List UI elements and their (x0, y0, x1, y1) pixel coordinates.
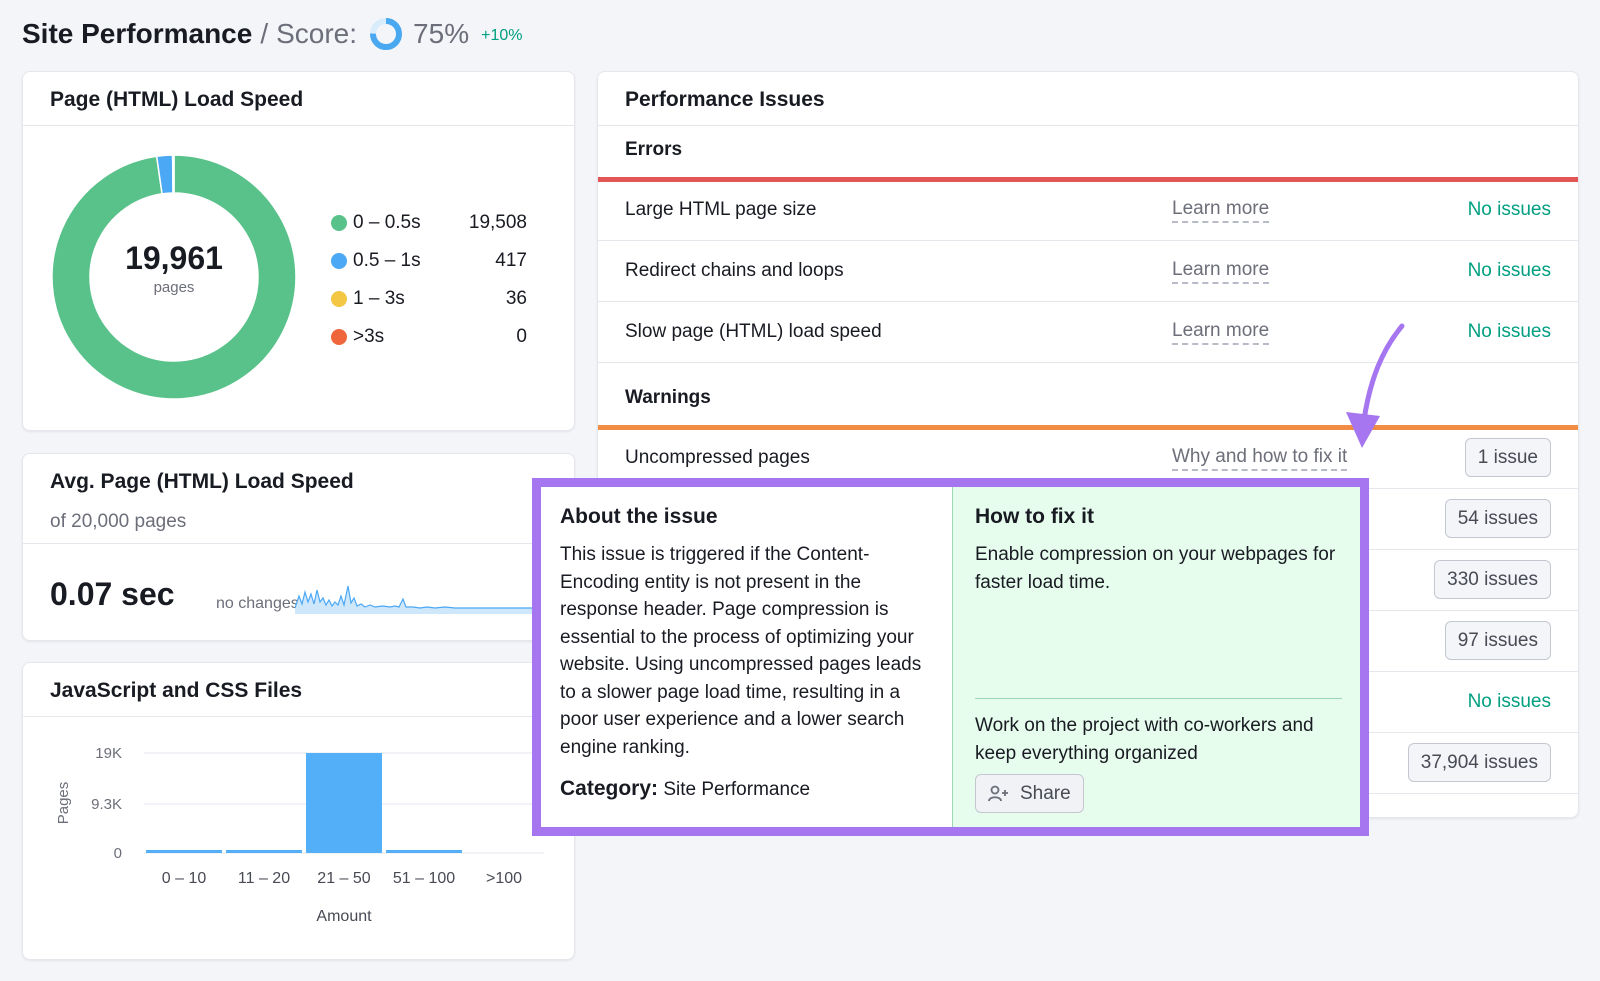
annotation-arrow-icon (1346, 323, 1405, 448)
y-tick-label: 9.3K (91, 796, 122, 813)
issue-count-badge[interactable]: 330 issues (1434, 560, 1551, 599)
legend-dot-icon (331, 329, 347, 345)
bar-1 (226, 850, 302, 853)
load-speed-title: Page (HTML) Load Speed (50, 88, 304, 111)
issue-row: Redirect chains and loops Learn more No is… (598, 240, 1578, 302)
x-tick-label: >100 (486, 870, 522, 887)
bar-2 (306, 753, 382, 853)
y-tick-label: 19K (95, 745, 122, 762)
issue-detail-popup: About the issue This issue is triggered … (532, 478, 1369, 836)
legend-value: 0 (516, 326, 527, 347)
js-css-bar-chart: 19K 9.3K 0 0 – 10 11 – 20 21 – 50 51 – 100 >100… (55, 745, 544, 925)
fix-divider (975, 698, 1342, 699)
avg-speed-card: Avg. Page (HTML) Load Speed of 20,000 pa… (22, 453, 575, 641)
score-ring-icon (370, 18, 403, 50)
card-divider (23, 125, 574, 126)
legend-value: 417 (495, 250, 527, 271)
sparkline-line (295, 585, 545, 609)
score-delta: +10% (481, 27, 523, 44)
issue-count-badge[interactable]: 97 issues (1444, 621, 1551, 660)
issues-title: Performance Issues (625, 88, 825, 111)
share-button[interactable]: Share (975, 774, 1084, 813)
issue-category: Category: Site Performance (560, 777, 810, 801)
how-to-fix-panel: How to fix it Enable compression on your… (952, 487, 1360, 827)
legend-item-0: 0 – 0.5s 19,508 (331, 204, 527, 242)
category-label: Category: (560, 777, 659, 800)
bar-0 (146, 850, 222, 853)
issue-row: Slow page (HTML) load speed Learn more No … (598, 301, 1578, 363)
legend-dot-icon (331, 215, 347, 231)
issue-count-badge[interactable]: 54 issues (1444, 499, 1551, 538)
issue-count-badge[interactable]: 37,904 issues (1407, 743, 1551, 782)
card-divider (598, 125, 1578, 126)
x-tick-label: 21 – 50 (317, 870, 370, 887)
share-label: Share (1020, 782, 1071, 804)
legend-item-3: >3s 0 (331, 318, 527, 356)
issue-help-link[interactable]: Why and how to fix it (1172, 446, 1348, 471)
donut-slice-2 (171, 154, 175, 194)
issue-help-link[interactable]: Learn more (1172, 198, 1270, 223)
legend-label: >3s (353, 326, 385, 347)
legend-item-2: 1 – 3s 36 (331, 280, 527, 318)
warnings-title: Warnings (625, 387, 711, 408)
load-speed-legend: 0 – 0.5s 19,508 0.5 – 1s 417 1 – 3s 36 >3s 0 (331, 204, 527, 356)
x-tick-label: 51 – 100 (393, 870, 455, 887)
bar-3 (386, 850, 462, 853)
legend-value: 19,508 (468, 212, 527, 233)
category-value: Site Performance (663, 779, 811, 800)
donut-center: 19,961 pages (49, 240, 299, 296)
x-tick-label: 11 – 20 (238, 870, 290, 887)
legend-dot-icon (331, 291, 347, 307)
score-label: Score: (276, 18, 358, 49)
y-tick-label: 0 (114, 845, 122, 862)
issue-help-link[interactable]: Learn more (1172, 320, 1270, 345)
x-tick-label: 0 – 10 (162, 870, 207, 887)
errors-title: Errors (625, 139, 683, 160)
issue-name[interactable]: Redirect chains and loops (625, 260, 844, 282)
legend-item-1: 0.5 – 1s 417 (331, 242, 527, 280)
avg-speed-subtitle: of 20,000 pages (50, 511, 187, 532)
issue-status: No issues (1467, 321, 1551, 342)
y-axis-label: Pages (55, 782, 72, 825)
legend-dot-icon (331, 253, 347, 269)
legend-value: 36 (505, 288, 527, 309)
add-user-icon (988, 785, 1008, 801)
donut-total: 19,961 (125, 240, 223, 276)
legend-label: 0 – 0.5s (353, 212, 421, 233)
issue-name[interactable]: Uncompressed pages (625, 447, 810, 469)
cowork-text: Work on the project with co-workers and … (975, 715, 1314, 764)
about-issue-text: This issue is triggered if the Content-E… (560, 544, 922, 758)
issue-help-link[interactable]: Learn more (1172, 259, 1270, 284)
about-issue-title: About the issue (560, 505, 718, 528)
legend-label: 1 – 3s (353, 288, 405, 309)
avg-speed-title: Avg. Page (HTML) Load Speed (50, 470, 354, 493)
js-css-title: JavaScript and CSS Files (50, 679, 303, 702)
issue-row: Large HTML page size Learn more No issues (598, 179, 1578, 241)
issue-status: No issues (1467, 260, 1551, 281)
issue-count-badge[interactable]: 1 issue (1464, 438, 1551, 477)
load-speed-card: Page (HTML) Load Speed 19,961 pages 0 – … (22, 71, 575, 431)
page-header: Site Performance / Score: 75% +10% (22, 14, 522, 54)
avg-speed-change: no changes (216, 595, 299, 612)
avg-speed-value: 0.07 sec (50, 576, 175, 612)
score-value: 75% (413, 18, 470, 49)
legend-label: 0.5 – 1s (353, 250, 421, 271)
page-title: Site Performance (22, 18, 253, 49)
how-to-fix-text: Enable compression on your webpages for … (975, 544, 1336, 593)
issue-name[interactable]: Slow page (HTML) load speed (625, 321, 882, 343)
avg-speed-sparkline (295, 585, 545, 614)
title-separator: / (260, 18, 269, 49)
issue-status: No issues (1467, 691, 1551, 712)
issue-name[interactable]: Large HTML page size (625, 199, 817, 221)
x-axis-label: Amount (316, 908, 372, 925)
js-css-card: JavaScript and CSS Files 19K 9.3K 0 0 – 10 1… (22, 662, 575, 960)
sparkline-area (295, 586, 545, 614)
donut-unit: pages (153, 279, 195, 296)
card-divider (23, 543, 574, 544)
issue-status: No issues (1467, 199, 1551, 220)
how-to-fix-title: How to fix it (975, 505, 1094, 528)
about-issue-panel: About the issue This issue is triggered … (541, 487, 952, 827)
